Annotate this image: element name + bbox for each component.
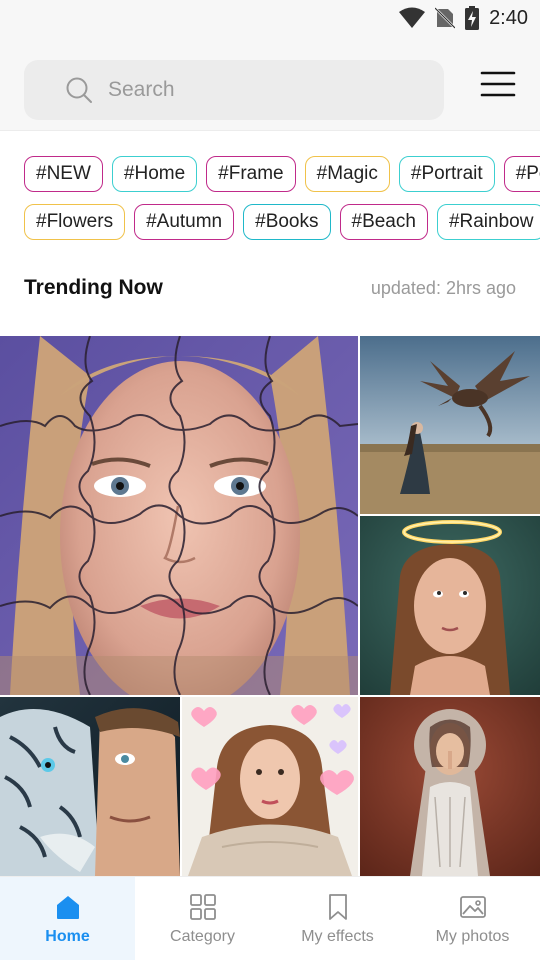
hashtag-row-1: #NEW #Home #Frame #Magic #Portrait #Pets: [24, 156, 540, 192]
bottom-navigation: Home Category My effects My photos: [0, 876, 540, 960]
status-time: 2:40: [489, 6, 528, 29]
hashtag-row-2: #Flowers #Autumn #Books #Beach #Rainbow: [24, 204, 540, 240]
nav-my-effects-label: My effects: [301, 928, 374, 945]
tag-new[interactable]: #NEW: [24, 156, 103, 192]
search-bar[interactable]: [24, 60, 444, 120]
nav-my-effects[interactable]: My effects: [270, 877, 405, 960]
nav-my-photos-label: My photos: [435, 928, 510, 945]
angel-halo-effect[interactable]: [360, 516, 540, 695]
nav-my-photos[interactable]: My photos: [405, 877, 540, 960]
puzzle-portrait-effect[interactable]: [0, 336, 358, 695]
tiger-face-image: [0, 697, 180, 876]
tag-books[interactable]: #Books: [243, 204, 331, 240]
trending-title: Trending Now: [24, 276, 163, 299]
dragon-field-image: [360, 336, 540, 514]
nav-home-label: Home: [45, 928, 90, 945]
search-icon: [66, 77, 92, 103]
tag-home[interactable]: #Home: [111, 156, 198, 192]
nav-category[interactable]: Category: [135, 877, 270, 960]
hearts-portrait-effect[interactable]: [182, 697, 358, 876]
status-bar: 2:40: [0, 0, 540, 36]
trending-header: Trending Now updated: 2hrs ago: [24, 276, 516, 300]
image-icon: [459, 896, 486, 918]
tiger-face-effect[interactable]: [0, 697, 180, 876]
home-icon: [56, 896, 79, 919]
tag-magic[interactable]: #Magic: [304, 156, 390, 192]
nav-home[interactable]: Home: [0, 877, 135, 960]
nav-category-label: Category: [170, 928, 235, 945]
tag-pets[interactable]: #Pets: [503, 156, 540, 192]
dragon-field-effect[interactable]: [360, 336, 540, 514]
tag-flowers[interactable]: #Flowers: [24, 204, 126, 240]
tag-beach[interactable]: #Beach: [339, 204, 428, 240]
angel-halo-image: [360, 516, 540, 695]
no-sim-icon: [435, 7, 456, 29]
hashtag-chips: #NEW #Home #Frame #Magic #Portrait #Pets…: [0, 140, 540, 252]
hearts-portrait-image: [182, 697, 358, 876]
keyhole-portrait-image: [360, 697, 540, 876]
bookmark-icon: [328, 894, 347, 920]
keyhole-portrait-effect[interactable]: [360, 697, 540, 876]
tag-autumn[interactable]: #Autumn: [134, 204, 235, 240]
search-input[interactable]: [108, 78, 408, 102]
header: [0, 36, 540, 131]
status-icons: 2:40: [399, 6, 528, 30]
battery-charging-icon: [465, 6, 480, 30]
wifi-icon: [399, 7, 426, 28]
tag-portrait[interactable]: #Portrait: [398, 156, 495, 192]
hamburger-menu-icon[interactable]: [480, 70, 516, 98]
trending-grid: [0, 336, 540, 876]
category-grid-icon: [189, 894, 216, 920]
trending-updated-time: updated: 2hrs ago: [370, 278, 516, 298]
tag-rainbow[interactable]: #Rainbow: [436, 204, 540, 240]
tag-frame[interactable]: #Frame: [206, 156, 296, 192]
puzzle-portrait-image: [0, 336, 358, 695]
